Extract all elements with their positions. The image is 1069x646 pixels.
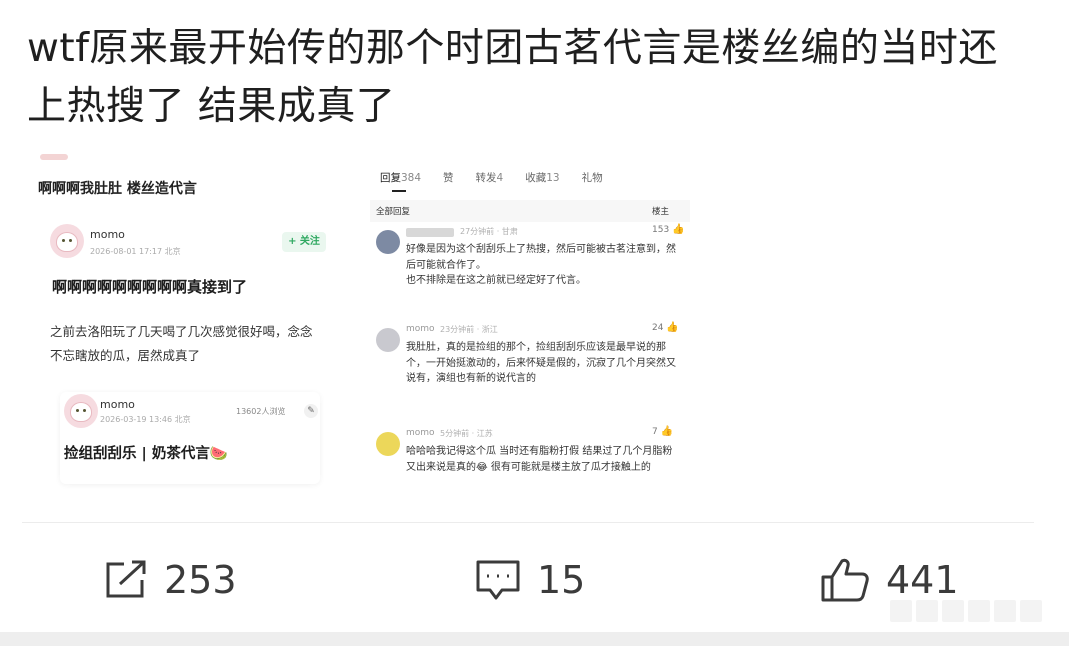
share-count: 253 bbox=[164, 558, 237, 602]
avatar bbox=[376, 432, 400, 456]
like-count[interactable]: 24 👍 bbox=[652, 322, 679, 333]
tab-reposts[interactable]: 转发4 bbox=[476, 170, 504, 185]
like-count[interactable]: 7 👍 bbox=[652, 426, 673, 437]
share-button[interactable]: 253 bbox=[104, 552, 237, 608]
user-name: momo bbox=[90, 228, 125, 241]
comment-text: 哈哈哈我记得这个瓜 当时还有脂粉打假 结果过了几个月脂粉又出来说是真的😂 很有可… bbox=[406, 446, 673, 473]
like-count[interactable]: 153 👍 bbox=[652, 224, 685, 235]
left-screenshot: 啊啊啊我肚肚 楼丝造代言 momo 2026-08-01 17:17 北京 + … bbox=[30, 150, 330, 495]
edit-icon: ✎ bbox=[304, 404, 318, 418]
avatar bbox=[64, 394, 98, 428]
comment-icon bbox=[476, 560, 520, 600]
comment-count: 15 bbox=[537, 558, 586, 602]
comment-tabs: 回复384 赞 转发4 收藏13 礼物 bbox=[380, 170, 603, 192]
comment-meta: 5分钟前 · 江苏 bbox=[440, 429, 493, 438]
list-item: momo 5分钟前 · 江苏 7 👍 哈哈哈我记得这个瓜 当时还有脂粉打假 结果… bbox=[370, 426, 690, 494]
comment-user-name: momo bbox=[406, 324, 435, 334]
user-row: momo 2026-08-01 17:17 北京 + 关注 bbox=[50, 224, 340, 270]
tab-replies[interactable]: 回复384 bbox=[380, 170, 421, 192]
bottom-strip bbox=[0, 632, 1069, 646]
comment-meta: 23分钟前 · 浙江 bbox=[440, 325, 498, 334]
owner-filter[interactable]: 楼主 bbox=[652, 205, 669, 217]
left-card-title: 啊啊啊我肚肚 楼丝造代言 bbox=[38, 181, 197, 197]
quoted-user-name: momo bbox=[100, 398, 135, 411]
top-decoration bbox=[40, 154, 68, 160]
comment-user-name bbox=[406, 228, 454, 237]
thumbs-up-icon bbox=[821, 558, 869, 602]
post-text: wtf原来最开始传的那个时团古茗代言是楼丝编的当时还上热搜了 结果成真了 bbox=[27, 26, 998, 129]
thumbs-up-icon: 👍 bbox=[666, 322, 679, 333]
comment-button[interactable]: 15 bbox=[475, 552, 585, 608]
comment-meta: 27分钟前 · 甘肃 bbox=[460, 227, 518, 236]
quoted-user-meta: 2026-03-19 13:46 北京 bbox=[100, 415, 191, 424]
all-replies-label[interactable]: 全部回复 bbox=[376, 205, 410, 217]
avatar bbox=[376, 328, 400, 352]
divider bbox=[22, 522, 1034, 523]
user-meta: 2026-08-01 17:17 北京 bbox=[90, 247, 181, 256]
thumbs-up-icon: 👍 bbox=[660, 426, 674, 437]
view-count: 13602人浏览 bbox=[236, 407, 286, 416]
avatar bbox=[376, 230, 400, 254]
watermark bbox=[890, 600, 1060, 630]
like-count: 441 bbox=[886, 558, 959, 602]
replies-header: 全部回复 楼主 bbox=[370, 200, 690, 222]
follow-button[interactable]: + 关注 bbox=[282, 232, 326, 252]
list-item: momo 23分钟前 · 浙江 24 👍 我肚肚，真的是捡组的那个，捡组刮刮乐应… bbox=[370, 322, 690, 412]
tab-favorites[interactable]: 收藏13 bbox=[525, 170, 559, 185]
right-screenshot: 回复384 赞 转发4 收藏13 礼物 全部回复 楼主 27分钟前 · 甘肃 1… bbox=[370, 160, 690, 494]
avatar bbox=[50, 224, 84, 258]
tab-gifts[interactable]: 礼物 bbox=[582, 170, 603, 185]
post-body: 之前去洛阳玩了几天喝了几次感觉很好喝，念念不忘瞎放的瓜，居然成真了 bbox=[50, 324, 313, 363]
post-heading: 啊啊啊啊啊啊啊啊啊真接到了 bbox=[52, 278, 248, 296]
comment-text: 我肚肚，真的是捡组的那个，捡组刮刮乐应该是最早说的那个，一开始挺激动的，后来怀疑… bbox=[406, 342, 676, 384]
tab-likes[interactable]: 赞 bbox=[443, 170, 454, 185]
quoted-post: momo 2026-03-19 13:46 北京 13602人浏览 ✎ 捡组刮刮… bbox=[60, 392, 320, 484]
comment-user-name: momo bbox=[406, 428, 435, 438]
share-icon bbox=[106, 560, 146, 598]
list-item: 27分钟前 · 甘肃 153 👍 好像是因为这个刮刮乐上了热搜，然后可能被古茗注… bbox=[370, 224, 690, 304]
quoted-post-title: 捡组刮刮乐 | 奶茶代言🍉 bbox=[64, 446, 228, 462]
thumbs-up-icon: 👍 bbox=[672, 224, 685, 235]
comment-text: 好像是因为这个刮刮乐上了热搜，然后可能被古茗注意到，然后可能就合作了。 也不排除… bbox=[406, 244, 676, 286]
